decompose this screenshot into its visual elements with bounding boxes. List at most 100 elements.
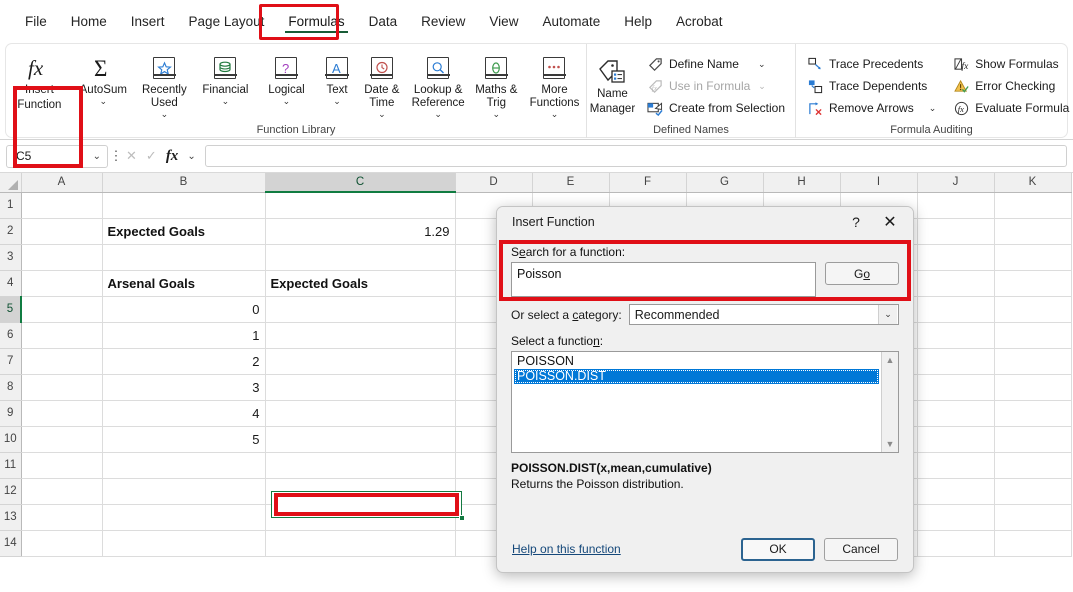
cell-j1[interactable] xyxy=(917,192,995,219)
cell-c10[interactable] xyxy=(265,426,456,453)
cell-j12[interactable] xyxy=(917,478,995,505)
cell-a9[interactable] xyxy=(21,400,103,427)
text-button[interactable]: A Text ⌄ xyxy=(317,48,357,106)
column-header-d[interactable]: D xyxy=(455,173,533,193)
recently-used-button[interactable]: Recently Used ⌄ xyxy=(134,48,195,119)
cell-a6[interactable] xyxy=(21,322,103,349)
formula-input[interactable] xyxy=(204,145,1067,167)
remove-arrows-button[interactable]: Remove Arrows ⌄ xyxy=(804,97,942,119)
cell-b3[interactable] xyxy=(102,244,266,271)
row-header-14[interactable]: 14 xyxy=(0,530,22,557)
tab-review[interactable]: Review xyxy=(410,9,476,34)
cell-a8[interactable] xyxy=(21,374,103,401)
cell-k1[interactable] xyxy=(994,192,1072,219)
financial-caret[interactable]: ⌄ xyxy=(222,97,230,106)
cell-k6[interactable] xyxy=(994,322,1072,349)
row-header-8[interactable]: 8 xyxy=(0,374,22,401)
cell-b4[interactable]: Arsenal Goals xyxy=(101,269,266,297)
cell-j7[interactable] xyxy=(917,348,995,375)
category-select[interactable]: Recommended ⌄ xyxy=(628,304,899,325)
cell-b14[interactable] xyxy=(102,530,266,557)
column-header-k[interactable]: K xyxy=(994,173,1072,193)
column-header-e[interactable]: E xyxy=(532,173,610,193)
logical-caret[interactable]: ⌄ xyxy=(283,97,291,106)
function-list-box[interactable]: POISSON POISSON.DIST ▲ ▼ xyxy=(511,351,899,453)
help-on-this-function-link[interactable]: Help on this function xyxy=(512,542,732,556)
cell-a3[interactable] xyxy=(21,244,103,271)
search-input[interactable]: Poisson xyxy=(511,262,816,297)
cell-c1[interactable] xyxy=(265,192,456,219)
tab-file[interactable]: File xyxy=(14,9,58,34)
cell-a5[interactable] xyxy=(21,296,103,323)
cell-k9[interactable] xyxy=(994,400,1072,427)
date-time-caret[interactable]: ⌄ xyxy=(378,110,386,119)
name-box[interactable]: C5 ⌄ xyxy=(6,144,108,168)
cell-a11[interactable] xyxy=(21,452,103,479)
use-in-formula-button[interactable]: fx Use in Formula ⌄ xyxy=(644,75,791,97)
ok-button[interactable]: OK xyxy=(741,537,815,561)
cell-b7[interactable]: 2 xyxy=(101,348,266,375)
row-header-10[interactable]: 10 xyxy=(0,426,22,453)
list-item[interactable]: POISSON xyxy=(514,354,881,369)
cell-k7[interactable] xyxy=(994,348,1072,375)
cell-b8[interactable]: 3 xyxy=(101,374,266,401)
cell-a2[interactable] xyxy=(21,218,103,245)
row-header-1[interactable]: 1 xyxy=(0,192,22,219)
insert-function-fx-icon[interactable]: fx xyxy=(166,148,179,165)
name-manager-button[interactable]: Name Manager xyxy=(587,48,638,116)
column-header-b[interactable]: B xyxy=(102,173,266,193)
cell-j13[interactable] xyxy=(917,504,995,531)
recently-used-caret[interactable]: ⌄ xyxy=(161,110,169,119)
cell-a10[interactable] xyxy=(21,426,103,453)
evaluate-formula-button[interactable]: fx Evaluate Formula xyxy=(950,97,1073,119)
cell-b2[interactable]: Expected Goals xyxy=(101,217,266,245)
row-header-2[interactable]: 2 xyxy=(0,218,22,245)
tab-data[interactable]: Data xyxy=(358,9,409,34)
tab-automate[interactable]: Automate xyxy=(531,9,611,34)
column-header-i[interactable]: I xyxy=(840,173,918,193)
column-header-j[interactable]: J xyxy=(917,173,995,193)
cell-j8[interactable] xyxy=(917,374,995,401)
cell-k3[interactable] xyxy=(994,244,1072,271)
cell-c11[interactable] xyxy=(265,452,456,479)
row-header-6[interactable]: 6 xyxy=(0,322,22,349)
cancel-button[interactable]: Cancel xyxy=(824,537,898,561)
column-header-h[interactable]: H xyxy=(763,173,841,193)
function-list-scrollbar[interactable]: ▲ ▼ xyxy=(881,352,898,452)
cell-b1[interactable] xyxy=(102,192,266,219)
cell-b5[interactable]: 0 xyxy=(101,296,266,323)
close-icon[interactable]: ✕ xyxy=(873,209,907,235)
tab-acrobat[interactable]: Acrobat xyxy=(665,9,734,34)
remove-arrows-chevron[interactable]: ⌄ xyxy=(929,103,937,114)
logical-button[interactable]: ? Logical ⌄ xyxy=(256,48,317,106)
lookup-reference-button[interactable]: Lookup & Reference ⌄ xyxy=(407,48,470,119)
cell-j11[interactable] xyxy=(917,452,995,479)
cell-c9[interactable] xyxy=(265,400,456,427)
row-header-3[interactable]: 3 xyxy=(0,244,22,271)
cell-a4[interactable] xyxy=(21,270,103,297)
cell-j6[interactable] xyxy=(917,322,995,349)
row-header-4[interactable]: 4 xyxy=(0,270,22,297)
cell-c6[interactable] xyxy=(265,322,456,349)
tab-insert[interactable]: Insert xyxy=(120,9,176,34)
cell-b10[interactable]: 5 xyxy=(101,426,266,453)
cell-k2[interactable] xyxy=(994,218,1072,245)
row-header-9[interactable]: 9 xyxy=(0,400,22,427)
cell-k4[interactable] xyxy=(994,270,1072,297)
scroll-up-icon[interactable]: ▲ xyxy=(886,355,895,365)
trace-dependents-button[interactable]: Trace Dependents xyxy=(804,75,942,97)
tab-help[interactable]: Help xyxy=(613,9,663,34)
cell-j2[interactable] xyxy=(917,218,995,245)
define-name-chevron[interactable]: ⌄ xyxy=(758,59,766,70)
tab-home[interactable]: Home xyxy=(60,9,118,34)
show-formulas-button[interactable]: fx Show Formulas xyxy=(950,53,1073,75)
financial-button[interactable]: Financial ⌄ xyxy=(195,48,256,106)
cell-c8[interactable] xyxy=(265,374,456,401)
cell-j10[interactable] xyxy=(917,426,995,453)
row-header-12[interactable]: 12 xyxy=(0,478,22,505)
create-from-selection-button[interactable]: Create from Selection xyxy=(644,97,791,119)
more-functions-button[interactable]: More Functions ⌄ xyxy=(523,48,586,119)
cell-c7[interactable] xyxy=(265,348,456,375)
scroll-down-icon[interactable]: ▼ xyxy=(886,439,895,449)
cell-a12[interactable] xyxy=(21,478,103,505)
